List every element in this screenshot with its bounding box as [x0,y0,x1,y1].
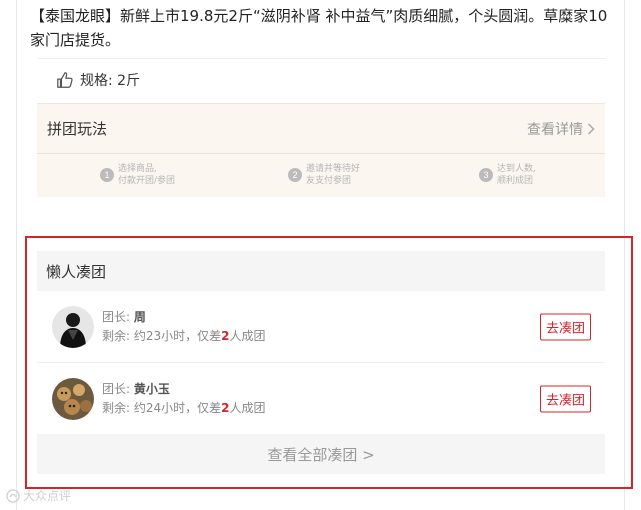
lazy-group-section: 懒人凑团 团长: 周 剩余: 约23小时，仅差2人成团 去凑团 团长: 黄小玉 … [25,236,633,489]
spec-text: 规格: 2斤 [80,73,141,89]
leader-label: 团长: [102,382,131,396]
group-info: 团长: 周 剩余: 约23小时，仅差2人成团 [102,308,266,346]
step-text: 达到人数, [497,164,536,174]
rules-steps: 1 选择商品, 付款开团/参团 2 邀请并等待好 友支付参团 3 达到人数, 顺利成团 [37,154,605,198]
product-description: 【泰国龙眼】新鲜上市19.8元2斤“滋阴补肾 补中益气”肉质细腻，个头圆润。草糜… [30,7,608,49]
group-row: 团长: 黄小玉 剩余: 约24小时，仅差2人成团 去凑团 [37,363,605,435]
remain-text: 剩余: 约24小时，仅差 [102,401,222,415]
remain-suffix: 人成团 [229,328,266,343]
dianping-logo-icon [6,488,20,503]
step-text: 付款开团/参团 [118,176,176,186]
divider [37,58,605,59]
rule-step: 2 邀请并等待好 友支付参团 [288,163,360,187]
step-text: 友支付参团 [306,176,352,186]
remain-count: 2 [221,328,230,343]
remain-text: 剩余: 约23小时，仅差 [102,328,222,343]
chevron-right-icon [587,122,595,135]
step-text: 顺利成团 [497,176,534,186]
thumbs-up-icon [57,72,73,88]
leader-name: 周 [133,309,146,324]
rules-title: 拼团玩法 [47,120,108,138]
group-row: 团长: 周 剩余: 约23小时，仅差2人成团 去凑团 [37,291,605,363]
spec-row: 规格: 2斤 [56,68,140,92]
rule-step: 3 达到人数, 顺利成团 [479,163,536,187]
view-all-groups-button[interactable]: 查看全部凑团 > [37,434,605,474]
view-details-label: 查看详情 [527,121,583,138]
step-number: 2 [288,168,302,182]
step-number: 1 [100,168,114,182]
leader-name: 黄小玉 [133,382,170,396]
group-rules-panel: 拼团玩法 查看详情 1 选择商品, 付款开团/参团 2 邀请并等待好 友支付参团 3… [37,103,605,197]
join-group-button[interactable]: 去凑团 [539,385,591,413]
view-details-link[interactable]: 查看详情 [527,119,595,139]
join-group-button[interactable]: 去凑团 [539,313,591,340]
remain-suffix: 人成团 [229,401,266,415]
lazy-group-title: 懒人凑团 [37,251,605,291]
step-text: 选择商品, [118,164,157,174]
remain-count: 2 [221,401,230,415]
watermark-text: 大众点评 [23,489,72,503]
avatar [52,305,94,348]
step-text: 邀请并等待好 [306,164,361,174]
step-number: 3 [479,168,493,182]
watermark: 大众点评 [6,487,71,504]
group-info: 团长: 黄小玉 剩余: 约24小时，仅差2人成团 [102,380,266,418]
leader-label: 团长: [102,309,131,324]
rule-step: 1 选择商品, 付款开团/参团 [100,163,175,187]
rules-header[interactable]: 拼团玩法 查看详情 [37,104,605,154]
avatar [52,378,94,420]
